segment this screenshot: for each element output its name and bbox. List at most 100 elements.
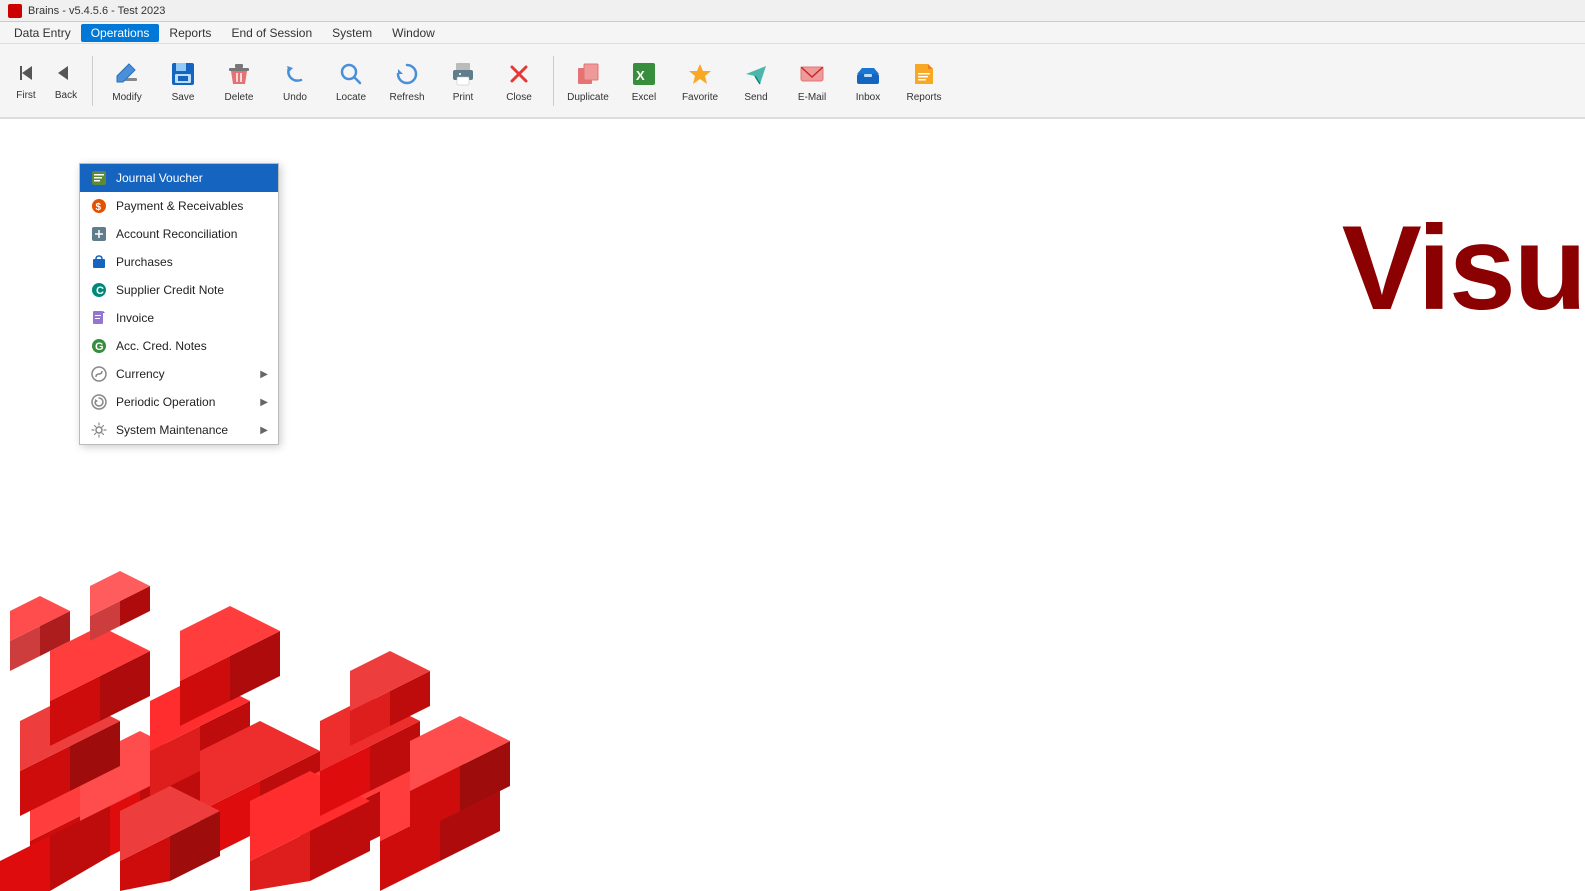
back-label: Back — [55, 90, 77, 101]
menu-system[interactable]: System — [322, 24, 382, 42]
menu-data-entry[interactable]: Data Entry — [4, 24, 81, 42]
periodic-operation-label: Periodic Operation — [116, 395, 215, 409]
system-maintenance-icon — [90, 421, 108, 439]
menu-item-periodic-operation[interactable]: Periodic Operation ▶ — [80, 388, 278, 416]
first-button[interactable]: First — [8, 48, 44, 113]
delete-icon — [223, 58, 255, 90]
save-icon — [167, 58, 199, 90]
favorite-icon — [684, 58, 716, 90]
reports-label: Reports — [906, 92, 941, 103]
close-button[interactable]: Close — [493, 48, 545, 113]
refresh-button[interactable]: Refresh — [381, 48, 433, 113]
reports-button[interactable]: Reports — [898, 48, 950, 113]
currency-icon — [90, 365, 108, 383]
menu-item-supplier-credit-note[interactable]: C Supplier Credit Note — [80, 276, 278, 304]
email-icon — [796, 58, 828, 90]
acc-cred-notes-label: Acc. Cred. Notes — [116, 339, 207, 353]
invoice-label: Invoice — [116, 311, 154, 325]
journal-voucher-label: Journal Voucher — [116, 171, 203, 185]
payment-receivables-label: Payment & Receivables — [116, 199, 243, 213]
back-button[interactable]: Back — [48, 48, 84, 113]
toolbar: First Back Modify Save — [0, 44, 1585, 119]
account-reconciliation-icon — [90, 225, 108, 243]
purchases-icon — [90, 253, 108, 271]
locate-label: Locate — [336, 92, 366, 103]
favorite-button[interactable]: Favorite — [674, 48, 726, 113]
modify-icon — [111, 58, 143, 90]
close-icon — [503, 58, 535, 90]
first-icon — [14, 61, 38, 90]
menu-item-purchases[interactable]: Purchases — [80, 248, 278, 276]
locate-icon — [335, 58, 367, 90]
reports-icon — [908, 58, 940, 90]
duplicate-icon — [572, 58, 604, 90]
menu-item-system-maintenance[interactable]: System Maintenance ▶ — [80, 416, 278, 444]
email-button[interactable]: E-Mail — [786, 48, 838, 113]
account-reconciliation-label: Account Reconciliation — [116, 227, 237, 241]
print-icon — [447, 58, 479, 90]
menu-end-of-session[interactable]: End of Session — [221, 24, 322, 42]
visu-text: Visu — [1342, 199, 1585, 337]
supplier-credit-note-icon: C — [90, 281, 108, 299]
menu-item-acc-cred-notes[interactable]: G Acc. Cred. Notes — [80, 332, 278, 360]
menu-operations[interactable]: Operations — [81, 24, 160, 42]
menu-bar: Data Entry Operations Reports End of Ses… — [0, 22, 1585, 44]
menu-item-invoice[interactable]: Invoice — [80, 304, 278, 332]
inbox-button[interactable]: Inbox — [842, 48, 894, 113]
print-label: Print — [453, 92, 474, 103]
menu-item-payment-receivables[interactable]: $ Payment & Receivables — [80, 192, 278, 220]
locate-button[interactable]: Locate — [325, 48, 377, 113]
excel-button[interactable]: X Excel — [618, 48, 670, 113]
toolbar-separator-2 — [553, 56, 554, 106]
svg-text:X: X — [636, 68, 645, 83]
save-button[interactable]: Save — [157, 48, 209, 113]
duplicate-label: Duplicate — [567, 92, 609, 103]
email-label: E-Mail — [798, 92, 826, 103]
delete-label: Delete — [225, 92, 254, 103]
favorite-label: Favorite — [682, 92, 718, 103]
menu-window[interactable]: Window — [382, 24, 445, 42]
menu-item-journal-voucher[interactable]: Journal Voucher — [80, 164, 278, 192]
toolbar-separator-1 — [92, 56, 93, 106]
print-button[interactable]: Print — [437, 48, 489, 113]
title-bar: Brains - v5.4.5.6 - Test 2023 — [0, 0, 1585, 22]
svg-text:C: C — [96, 285, 104, 297]
svg-text:$: $ — [96, 202, 102, 213]
payment-receivables-icon: $ — [90, 197, 108, 215]
refresh-icon — [391, 58, 423, 90]
menu-item-account-reconciliation[interactable]: Account Reconciliation — [80, 220, 278, 248]
periodic-operation-icon — [90, 393, 108, 411]
close-label: Close — [506, 92, 532, 103]
undo-button[interactable]: Undo — [269, 48, 321, 113]
undo-icon — [279, 58, 311, 90]
duplicate-button[interactable]: Duplicate — [562, 48, 614, 113]
send-button[interactable]: Send — [730, 48, 782, 113]
purchases-label: Purchases — [116, 255, 173, 269]
modify-label: Modify — [112, 92, 141, 103]
periodic-operation-arrow: ▶ — [260, 397, 268, 408]
system-maintenance-label: System Maintenance — [116, 423, 228, 437]
currency-label: Currency — [116, 367, 165, 381]
invoice-icon — [90, 309, 108, 327]
journal-voucher-icon — [90, 169, 108, 187]
delete-button[interactable]: Delete — [213, 48, 265, 113]
operations-dropdown: Journal Voucher $ Payment & Receivables — [79, 163, 279, 445]
modify-button[interactable]: Modify — [101, 48, 153, 113]
send-icon — [740, 58, 772, 90]
supplier-credit-note-label: Supplier Credit Note — [116, 283, 224, 297]
app-icon — [8, 4, 22, 18]
excel-icon: X — [628, 58, 660, 90]
acc-cred-notes-icon: G — [90, 337, 108, 355]
menu-item-currency[interactable]: Currency ▶ — [80, 360, 278, 388]
background-decoration — [0, 461, 550, 891]
inbox-label: Inbox — [856, 92, 880, 103]
save-label: Save — [172, 92, 195, 103]
menu-reports[interactable]: Reports — [159, 24, 221, 42]
svg-text:G: G — [95, 341, 104, 353]
currency-arrow: ▶ — [260, 369, 268, 380]
refresh-label: Refresh — [389, 92, 424, 103]
excel-label: Excel — [632, 92, 656, 103]
inbox-icon — [852, 58, 884, 90]
first-label: First — [16, 90, 35, 101]
undo-label: Undo — [283, 92, 307, 103]
